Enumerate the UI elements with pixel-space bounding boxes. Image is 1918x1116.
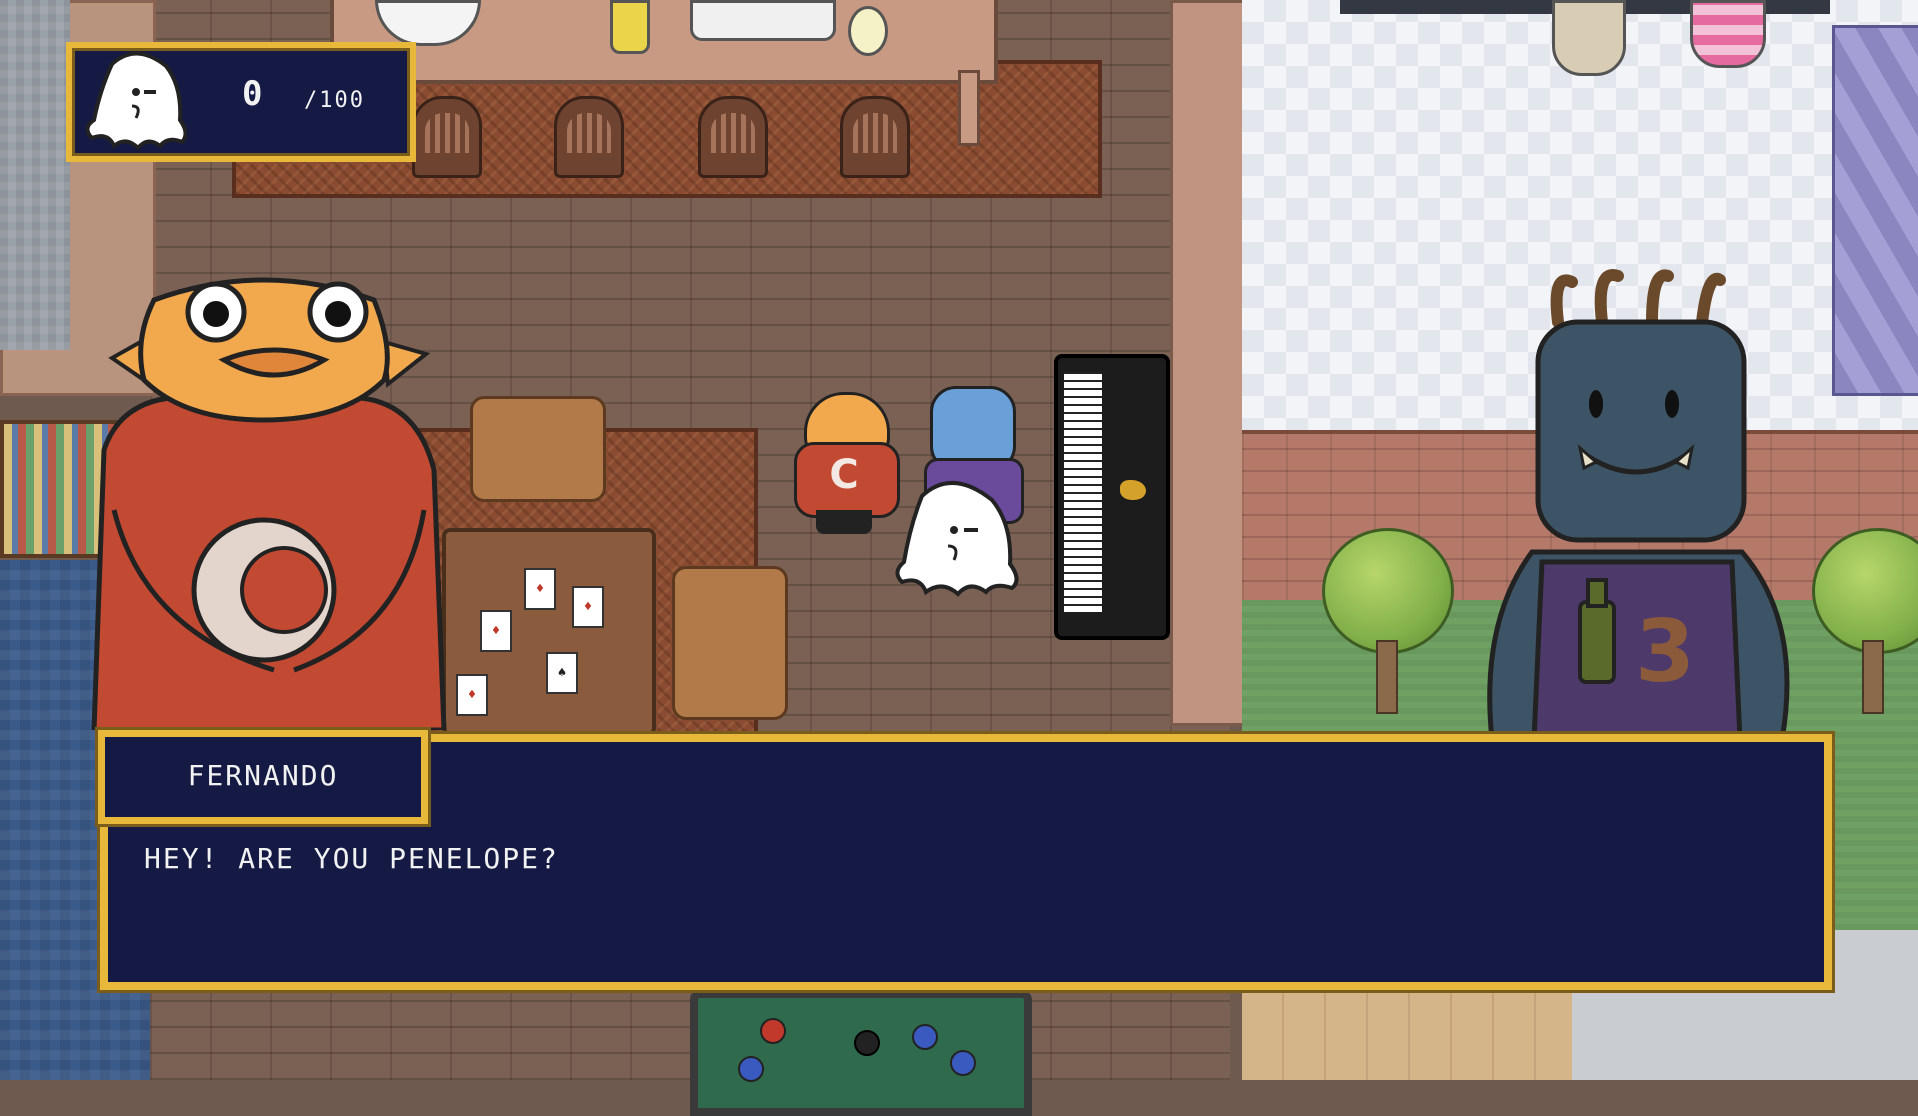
table-bottle [610,0,650,54]
tree-left [1322,528,1454,654]
pool-ball-2 [854,1030,880,1056]
tree-left-trunk [1376,640,1398,714]
dress-mannequin-2 [1690,0,1766,68]
dialog-text: HEY! ARE YOU PENELOPE? [144,842,559,875]
ghost-count-max: /100 [304,88,365,113]
tree-right-trunk [1862,640,1884,714]
playing-card-1: ♦ [524,568,556,610]
kitchen-wall-divider [1170,0,1248,726]
monster-portrait: 3 [1472,262,1802,743]
ghost-count: 0 [242,74,265,114]
pool-ball-3 [912,1024,938,1050]
ghost-counter-hud: 0 /100 [66,42,416,162]
ghost-icon [76,48,202,156]
playing-card-4: ♠ [546,652,578,694]
pool-ball-5 [738,1056,764,1082]
player-sprite-letter: C [829,452,859,498]
pool-ball-4 [950,1050,976,1076]
ghost-companion [882,476,1032,604]
dining-chair-2 [554,96,624,178]
pool-ball-1 [760,1018,786,1044]
dress-mannequin-1 [1552,0,1626,76]
piano-emblem [1120,480,1146,500]
player-sprite-legs [816,510,872,534]
left-stone-inner [0,0,70,350]
table-dish [690,0,836,41]
playing-card-2: ♦ [572,586,604,628]
speaker-nameplate: FERNANDO [98,730,428,824]
armchair-top [470,396,606,502]
fernando-portrait: C [84,270,454,733]
table-candle [848,6,888,56]
wood-deck [1242,980,1572,1080]
playing-card-5: ♦ [456,674,488,716]
speaker-name: FERNANDO [187,759,339,792]
purple-rug [1832,25,1918,396]
piano-keys [1064,372,1102,612]
playing-card-3: ♦ [480,610,512,652]
monster-jersey-number: 3 [1635,602,1695,702]
dining-chair-3 [698,96,768,178]
dining-chair-1 [412,96,482,178]
table-leg [958,70,980,146]
armchair-right [672,566,788,720]
dining-chair-4 [840,96,910,178]
